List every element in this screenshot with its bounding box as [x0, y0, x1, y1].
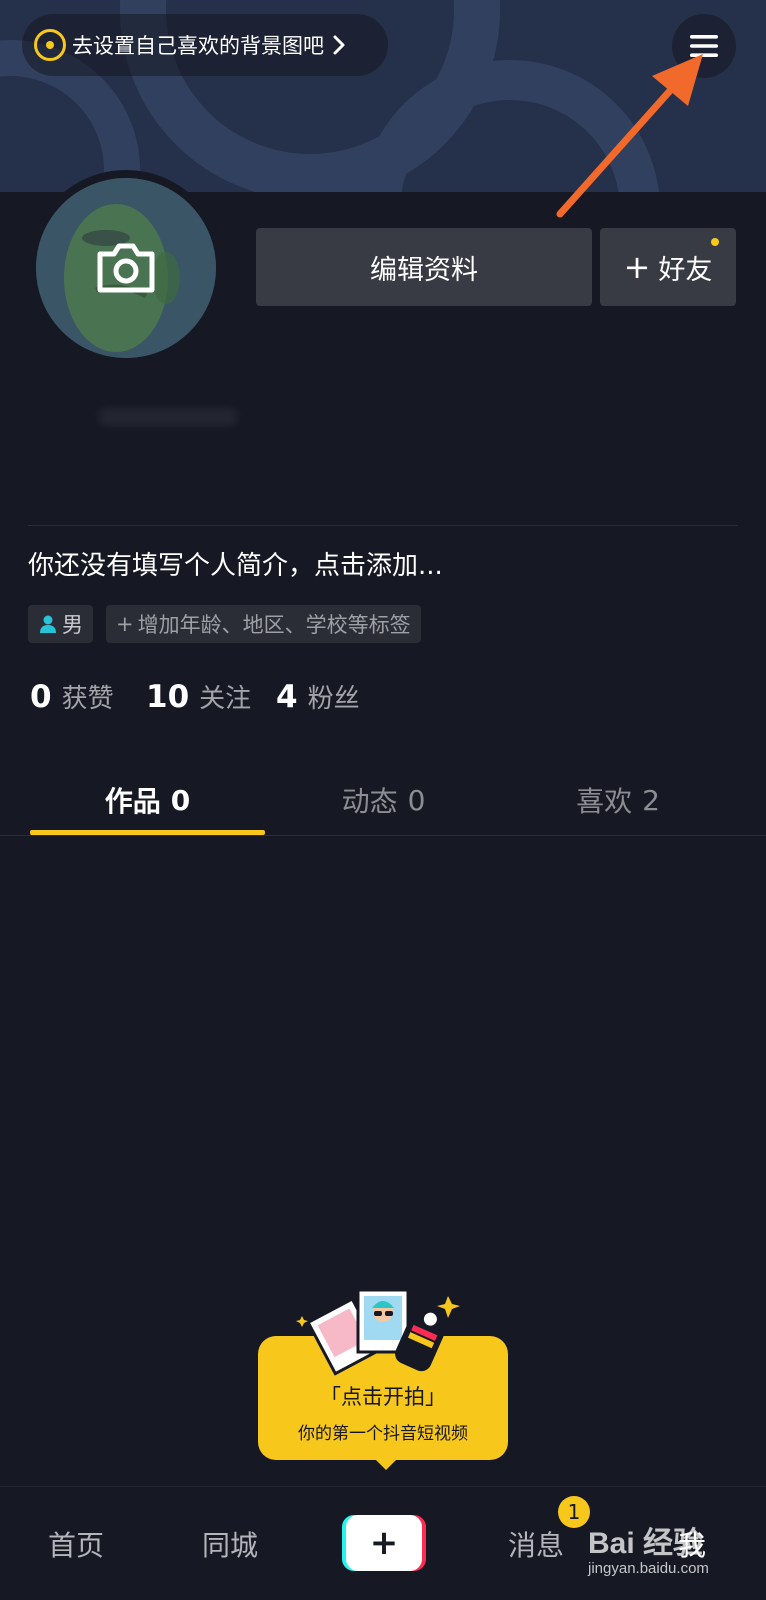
nav-home-label: 首页: [47, 1529, 104, 1562]
avatar[interactable]: [36, 178, 216, 358]
stat-followers-count: 4: [276, 679, 298, 715]
shoot-card-pointer: [374, 1458, 398, 1470]
start-shooting-card[interactable]: 「点击开拍」 你的第一个抖音短视频: [258, 1336, 508, 1460]
set-background-button[interactable]: 去设置自己喜欢的背景图吧: [22, 14, 388, 76]
stat-following-label: 关注: [199, 684, 252, 714]
notification-dot: [711, 238, 719, 246]
tab-posts-count: 0: [407, 783, 426, 817]
stat-following-count: 10: [146, 679, 190, 715]
gender-label: 男: [62, 613, 83, 637]
shoot-card-title: 「点击开拍」: [320, 1385, 446, 1409]
hamburger-menu-icon: [690, 35, 718, 57]
nav-nearby[interactable]: 同城: [184, 1520, 276, 1568]
add-tags-label: 增加年龄、地区、学校等标签: [137, 613, 411, 637]
avatar-image: [36, 178, 216, 358]
blurred-username: [98, 408, 238, 426]
tab-posts[interactable]: 动态 0: [266, 770, 501, 830]
stat-following[interactable]: 10 关注: [146, 678, 251, 715]
nav-messages-label: 消息: [507, 1529, 564, 1562]
tab-posts-label: 动态: [341, 785, 398, 818]
stat-followers[interactable]: 4 粉丝: [276, 678, 360, 715]
target-icon: [34, 29, 66, 61]
gender-tag: 男: [28, 605, 93, 643]
create-video-button[interactable]: +: [342, 1515, 426, 1571]
tab-works-label: 作品: [104, 785, 161, 818]
bio-text[interactable]: 你还没有填写个人简介，点击添加...: [28, 545, 443, 582]
plus-icon: +: [623, 248, 651, 286]
plus-icon: +: [116, 612, 134, 636]
divider: [28, 525, 738, 526]
plus-icon: +: [346, 1515, 422, 1571]
chevron-right-icon: [333, 35, 345, 55]
messages-badge: 1: [558, 1496, 590, 1528]
stat-likes-label: 获赞: [61, 684, 114, 714]
tab-works-count: 0: [170, 783, 191, 817]
tab-likes[interactable]: 喜欢 2: [500, 770, 736, 830]
nav-nearby-label: 同城: [201, 1529, 258, 1562]
nav-home[interactable]: 首页: [30, 1520, 122, 1568]
stat-likes[interactable]: 0 获赞: [30, 678, 114, 715]
tab-likes-count: 2: [642, 783, 660, 817]
tab-works[interactable]: 作品 0: [30, 770, 265, 830]
nav-me-label: 我: [677, 1529, 706, 1562]
add-tags-button[interactable]: + 增加年龄、地区、学校等标签: [106, 605, 421, 643]
tab-divider: [0, 835, 766, 836]
stat-followers-label: 粉丝: [307, 684, 360, 714]
nav-me[interactable]: 我: [652, 1520, 732, 1568]
person-icon: [40, 615, 56, 633]
set-background-label: 去设置自己喜欢的背景图吧: [72, 34, 324, 58]
edit-profile-label: 编辑资料: [370, 254, 478, 286]
tab-likes-label: 喜欢: [576, 785, 633, 818]
menu-button[interactable]: [672, 14, 736, 78]
stat-likes-count: 0: [30, 679, 52, 715]
add-friend-label: 好友: [658, 254, 713, 286]
shoot-card-subtitle: 你的第一个抖音短视频: [298, 1424, 468, 1444]
edit-profile-button[interactable]: 编辑资料: [256, 228, 592, 306]
